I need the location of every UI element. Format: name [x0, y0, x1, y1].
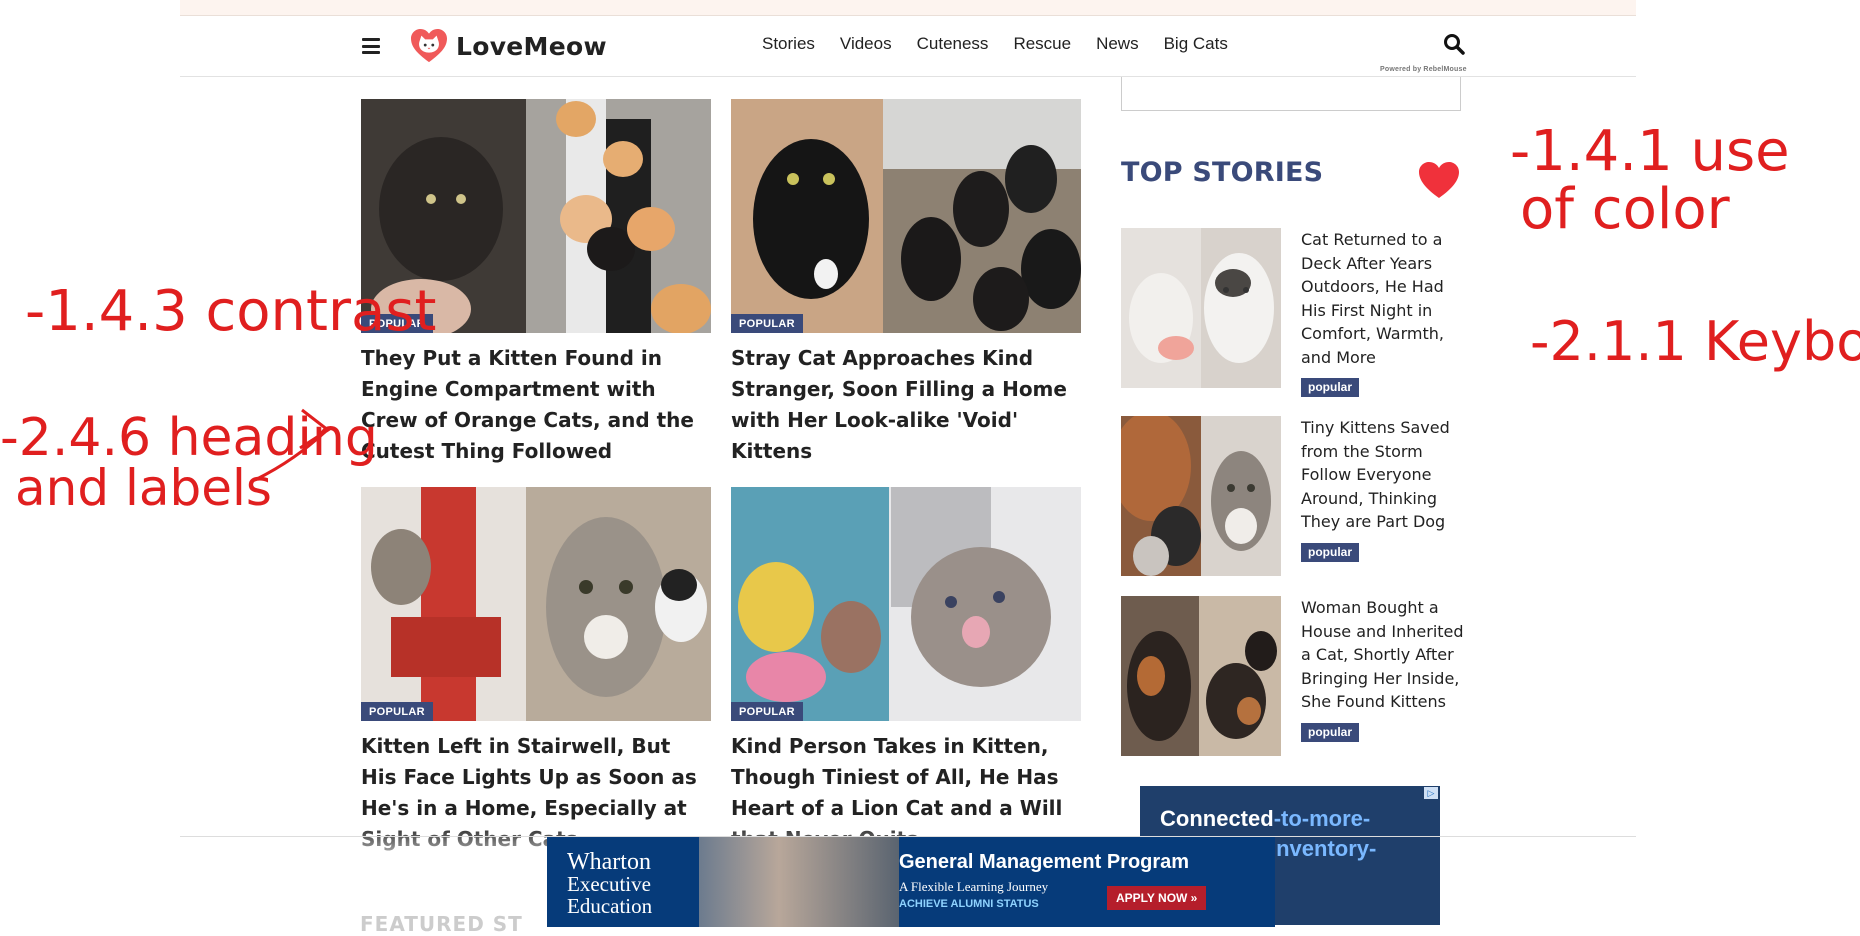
ad-brand-line3: Education — [567, 894, 653, 918]
ad-headline-b: -to-more- — [1273, 806, 1371, 831]
story-title[interactable]: Tiny Kittens Saved from the Storm Follow… — [1301, 416, 1466, 534]
article-image[interactable]: POPULAR — [361, 487, 711, 721]
nav-stories[interactable]: Stories — [762, 34, 815, 54]
article-tag: POPULAR — [361, 314, 433, 333]
top-stories-heading: TOP STORIES — [1121, 157, 1324, 188]
story-thumbnail[interactable] — [1121, 228, 1281, 388]
article-image[interactable]: POPULAR — [361, 99, 711, 333]
annotation-heading-1: -2.4.6 heading — [0, 408, 378, 468]
story-thumbnail[interactable] — [1121, 596, 1281, 756]
site-header: LoveMeow Stories Videos Cuteness Rescue … — [180, 16, 1636, 77]
article-card[interactable]: POPULAR Kitten Left in Stairwell, But Hi… — [361, 487, 711, 855]
annotation-keyboard: -2.1.1 Keyboard — [1530, 310, 1860, 373]
menu-icon[interactable] — [362, 38, 380, 54]
ad-headline: Connected-to-more- — [1160, 806, 1370, 832]
ad-subtitle: A Flexible Learning Journey — [899, 879, 1049, 894]
top-strip — [180, 0, 1636, 16]
story-title[interactable]: Cat Returned to a Deck After Years Outdo… — [1301, 228, 1466, 369]
nav-rescue[interactable]: Rescue — [1013, 34, 1071, 54]
article-image[interactable]: POPULAR — [731, 99, 1081, 333]
featured-heading: FEATURED ST — [360, 912, 523, 936]
nav-big-cats[interactable]: Big Cats — [1164, 34, 1228, 54]
annotation-heading-2: and labels — [15, 459, 272, 517]
article-tag: POPULAR — [731, 702, 803, 721]
sidebar-ad-box — [1121, 77, 1461, 111]
ad-program: General Management Program — [899, 851, 1190, 873]
story-tag[interactable]: popular — [1301, 378, 1359, 397]
nav-news[interactable]: News — [1096, 34, 1139, 54]
story-tag[interactable]: popular — [1301, 543, 1359, 562]
story-thumbnail[interactable] — [1121, 416, 1281, 576]
cat-heart-logo-icon — [411, 28, 447, 63]
article-card[interactable]: POPULAR They Put a Kitten Found in Engin… — [361, 99, 711, 467]
article-tag: POPULAR — [361, 702, 433, 721]
site-logo[interactable]: LoveMeow — [410, 28, 607, 64]
main-nav: Stories Videos Cuteness Rescue News Big … — [762, 34, 1253, 54]
apply-now-button[interactable]: APPLY NOW » — [1107, 886, 1207, 910]
bottom-advertisement[interactable]: Wharton Executive Education General Mana… — [547, 837, 1275, 927]
article-card[interactable]: POPULAR Kind Person Takes in Kitten, Tho… — [731, 487, 1081, 855]
ad-brand-line1: Wharton — [567, 849, 651, 875]
article-tag: POPULAR — [731, 314, 803, 333]
nav-videos[interactable]: Videos — [840, 34, 892, 54]
ad-subline: inventory- — [1270, 836, 1377, 861]
nav-cuteness[interactable]: Cuteness — [917, 34, 989, 54]
story-tag[interactable]: popular — [1301, 723, 1359, 742]
ad-headline-a: Connected — [1160, 806, 1274, 831]
ad-brand-line2: Executive — [567, 872, 651, 896]
site-name: LoveMeow — [456, 31, 607, 61]
annotation-color-1: -1.4.1 use — [1510, 119, 1790, 184]
ad-choices-icon[interactable]: ▷ — [1424, 787, 1438, 799]
article-image[interactable]: POPULAR — [731, 487, 1081, 721]
ad-status: ACHIEVE ALUMNI STATUS — [899, 898, 1039, 910]
article-title[interactable]: They Put a Kitten Found in Engine Compar… — [361, 343, 711, 467]
search-icon[interactable] — [1443, 33, 1465, 55]
heart-icon — [1419, 162, 1459, 198]
article-card[interactable]: POPULAR Stray Cat Approaches Kind Strang… — [731, 99, 1081, 467]
ad-brand: Wharton Executive Education — [567, 849, 653, 918]
story-title[interactable]: Woman Bought a House and Inherited a Cat… — [1301, 596, 1466, 714]
powered-by-label: Powered by RebelMouse — [1380, 66, 1467, 73]
annotation-color-2: of color — [1520, 177, 1731, 242]
article-title[interactable]: Stray Cat Approaches Kind Stranger, Soon… — [731, 343, 1081, 467]
ad-photo — [699, 837, 899, 927]
